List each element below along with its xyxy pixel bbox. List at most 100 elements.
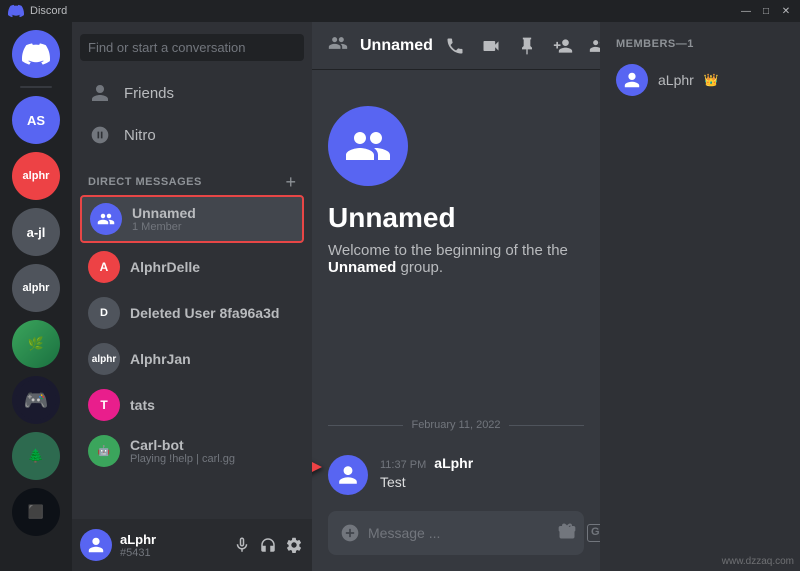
channel-name: Unnamed bbox=[360, 37, 433, 55]
mute-mic-button[interactable] bbox=[232, 535, 252, 555]
header-actions bbox=[445, 34, 600, 58]
message-content: 11:37 PM aLphr Test bbox=[380, 455, 584, 495]
message-avatar bbox=[328, 455, 368, 495]
dm-info-carlbot: Carl-bot Playing !help | carl.gg bbox=[130, 437, 235, 465]
channel-nav: Friends Nitro DIRECT MESSAGES + bbox=[72, 73, 312, 519]
username: aLphr bbox=[120, 532, 224, 547]
message-text: Test bbox=[380, 473, 584, 493]
server-icon-8[interactable]: ⬛ bbox=[12, 488, 60, 536]
discord-logo-icon bbox=[8, 3, 24, 19]
server-icon-5[interactable]: 🌿 bbox=[12, 320, 60, 368]
dm-info-unnamed: Unnamed 1 Member bbox=[132, 205, 196, 233]
dm-avatar-carlbot: 🤖 bbox=[88, 435, 120, 467]
dm-item-alphrdelle[interactable]: A AlphrDelle bbox=[80, 245, 304, 289]
minimize-button[interactable]: — bbox=[740, 5, 752, 17]
arrow-indicator bbox=[312, 455, 322, 479]
server-icon-6[interactable]: 🎮 bbox=[12, 376, 60, 424]
dm-item-alphrjan[interactable]: alphr AlphrJan bbox=[80, 337, 304, 381]
dm-name-carlbot: Carl-bot bbox=[130, 437, 235, 453]
dm-avatar-tats: T bbox=[88, 389, 120, 421]
settings-button[interactable] bbox=[284, 535, 304, 555]
dm-item-deleted[interactable]: D Deleted User 8fa96a3d bbox=[80, 291, 304, 335]
channels-sidebar: Find or start a conversation Friends Ni bbox=[72, 22, 312, 571]
server-icon-alphr2[interactable]: alphr bbox=[12, 264, 60, 312]
server-divider bbox=[20, 86, 52, 88]
close-button[interactable]: ✕ bbox=[780, 5, 792, 17]
start-call-button[interactable] bbox=[445, 36, 465, 56]
dm-item-unnamed[interactable]: Unnamed 1 Member bbox=[80, 195, 304, 243]
nitro-icon bbox=[88, 123, 112, 147]
dm-info-tats: tats bbox=[130, 397, 155, 413]
maximize-button[interactable]: □ bbox=[760, 5, 772, 17]
members-header: MEMBERS—1 bbox=[608, 38, 792, 50]
send-gif-button[interactable]: GIF bbox=[587, 524, 600, 541]
dm-avatar-alphrjan: alphr bbox=[88, 343, 120, 375]
crown-icon: 👑 bbox=[704, 73, 719, 87]
channel-type-icon bbox=[328, 33, 348, 59]
dm-avatar-deleted: D bbox=[88, 297, 120, 329]
friends-label: Friends bbox=[124, 85, 174, 102]
server-icon-ajl[interactable]: a-jl bbox=[12, 208, 60, 256]
server-icon-7[interactable]: 🌲 bbox=[12, 432, 60, 480]
app-title: Discord bbox=[30, 5, 67, 17]
date-label: February 11, 2022 bbox=[411, 419, 500, 431]
member-name-alphr: aLphr bbox=[658, 72, 694, 88]
pinned-messages-button[interactable] bbox=[517, 36, 537, 56]
dm-avatar-alphrdelle: A bbox=[88, 251, 120, 283]
dm-sub-unnamed: 1 Member bbox=[132, 221, 196, 233]
message-time: 11:37 PM bbox=[380, 459, 426, 471]
dm-item-tats[interactable]: T tats bbox=[80, 383, 304, 427]
dm-item-carlbot[interactable]: 🤖 Carl-bot Playing !help | carl.gg bbox=[80, 429, 304, 473]
dm-header-label: DIRECT MESSAGES bbox=[88, 176, 202, 188]
welcome-subtitle: Welcome to the beginning of the the Unna… bbox=[328, 242, 584, 276]
send-gift-button[interactable] bbox=[557, 521, 577, 546]
dm-name-unnamed: Unnamed bbox=[132, 205, 196, 221]
members-sidebar: MEMBERS—1 aLphr 👑 bbox=[600, 22, 800, 571]
message-toolbar: GIF bbox=[557, 519, 600, 547]
dm-info-deleted: Deleted User 8fa96a3d bbox=[130, 305, 279, 321]
chat-body: Unnamed Welcome to the beginning of the … bbox=[312, 70, 600, 511]
dm-name-tats: tats bbox=[130, 397, 155, 413]
dm-info-alphrjan: AlphrJan bbox=[130, 351, 191, 367]
user-info: aLphr #5431 bbox=[120, 532, 224, 559]
user-tag: #5431 bbox=[120, 547, 224, 559]
dm-name-alphrdelle: AlphrDelle bbox=[130, 259, 200, 275]
start-video-button[interactable] bbox=[481, 36, 501, 56]
message-input-area: GIF bbox=[312, 511, 600, 571]
chat-header: Unnamed bbox=[312, 22, 600, 70]
welcome-title: Unnamed bbox=[328, 202, 456, 234]
add-friend-to-dm-button[interactable] bbox=[553, 36, 573, 56]
member-item-alphr[interactable]: aLphr 👑 bbox=[608, 58, 792, 102]
main-content: Unnamed bbox=[312, 22, 600, 571]
search-bar[interactable]: Find or start a conversation bbox=[72, 22, 312, 73]
user-controls bbox=[232, 535, 304, 555]
add-dm-button[interactable]: + bbox=[285, 173, 296, 191]
sidebar-item-friends[interactable]: Friends bbox=[80, 73, 304, 113]
window-controls[interactable]: — □ ✕ bbox=[740, 5, 792, 17]
date-divider: February 11, 2022 bbox=[328, 419, 584, 431]
server-icon-alphr1[interactable]: alphr bbox=[12, 152, 60, 200]
toggle-members-button[interactable] bbox=[589, 36, 600, 56]
message-text-input[interactable] bbox=[368, 515, 549, 551]
dm-section-header: DIRECT MESSAGES + bbox=[80, 157, 304, 195]
find-conversation-input[interactable]: Find or start a conversation bbox=[80, 34, 304, 61]
chat-welcome: Unnamed Welcome to the beginning of the … bbox=[328, 86, 584, 419]
dm-name-alphrjan: AlphrJan bbox=[130, 351, 191, 367]
user-avatar bbox=[80, 529, 112, 561]
deafen-button[interactable] bbox=[258, 535, 278, 555]
sidebar-item-nitro[interactable]: Nitro bbox=[80, 115, 304, 155]
dm-info-alphrdelle: AlphrDelle bbox=[130, 259, 200, 275]
title-bar: Discord — □ ✕ bbox=[0, 0, 800, 22]
message-input-wrapper: GIF bbox=[328, 511, 584, 555]
app-body: AS alphr a-jl alphr 🌿 🎮 🌲 ⬛ Find or star… bbox=[0, 22, 800, 571]
nitro-label: Nitro bbox=[124, 127, 156, 144]
watermark: www.dzzaq.com bbox=[722, 556, 794, 567]
user-panel: aLphr #5431 bbox=[72, 519, 312, 571]
discord-home-icon[interactable] bbox=[12, 30, 60, 78]
dm-sub-carlbot: Playing !help | carl.gg bbox=[130, 453, 235, 465]
add-attachment-button[interactable] bbox=[340, 523, 360, 543]
server-icon-as[interactable]: AS bbox=[12, 96, 60, 144]
server-sidebar: AS alphr a-jl alphr 🌿 🎮 🌲 ⬛ bbox=[0, 22, 72, 571]
message-header: 11:37 PM aLphr bbox=[380, 455, 584, 471]
dm-name-deleted: Deleted User 8fa96a3d bbox=[130, 305, 279, 321]
